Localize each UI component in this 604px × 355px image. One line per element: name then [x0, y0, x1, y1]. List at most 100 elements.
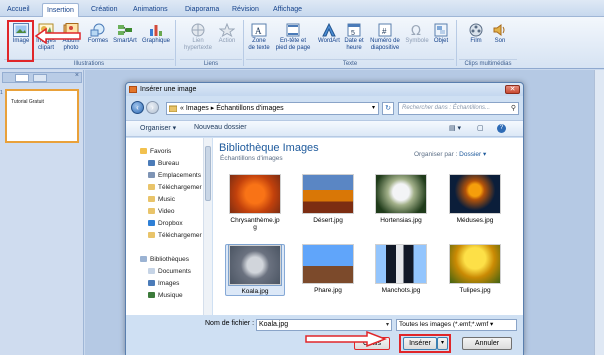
date-heure-button[interactable]: 5 Date et heure	[342, 23, 366, 52]
search-icon[interactable]: ⚲	[511, 103, 516, 114]
tab-affichage[interactable]: Affichage	[269, 3, 306, 17]
objet-button[interactable]: Objet	[430, 23, 452, 45]
search-input[interactable]: Rechercher dans : Échantillons... ⚲	[398, 102, 519, 115]
film-label: Film	[470, 38, 482, 44]
view-options-icon[interactable]: ▤ ▾	[449, 124, 461, 132]
entete-label-1: En-tête et	[279, 38, 306, 44]
nav-label: Emplacements	[158, 172, 201, 179]
new-folder-button[interactable]: Nouveau dossier	[194, 124, 247, 131]
entete-label-2: pied de page	[275, 45, 311, 51]
nav-label: Favoris	[150, 148, 172, 155]
omega-icon: Ω	[411, 24, 421, 37]
nav-telechargements-2[interactable]: Téléchargemer	[148, 230, 202, 241]
zone-texte-button[interactable]: A Zone de texte	[246, 23, 272, 52]
folder-icon	[148, 196, 155, 202]
entete-pied-button[interactable]: En-tête et pied de page	[272, 23, 314, 52]
ribbon-tab-bar: Accueil Insertion Création Animations Di…	[0, 0, 604, 17]
file-name: Koala.jpg	[241, 288, 269, 295]
symbole-button[interactable]: Ω Symbole	[404, 23, 430, 45]
highlight-image-button	[7, 20, 34, 62]
nav-label: Téléchargemer	[158, 232, 202, 239]
tab-creation[interactable]: Création	[87, 3, 121, 17]
arrange-by-dropdown[interactable]: Dossier ▾	[459, 151, 486, 158]
organize-button[interactable]: Organiser ▾	[140, 124, 176, 132]
formes-button[interactable]: Formes	[86, 23, 110, 45]
scrollbar-thumb[interactable]	[205, 146, 211, 201]
file-thumbnail[interactable]: Phare.jpg	[298, 244, 358, 294]
graphique-label: Graphique	[141, 38, 171, 44]
group-separator	[175, 20, 176, 66]
file-thumbnail-selected[interactable]: Koala.jpg	[225, 244, 285, 296]
graphique-button[interactable]: Graphique	[140, 23, 172, 45]
son-button[interactable]: Son	[489, 23, 511, 45]
nav-bibliotheques[interactable]: Bibliothèques	[140, 254, 189, 265]
speaker-icon	[493, 24, 505, 36]
lien-hypertexte-button[interactable]: Lien hypertexte	[183, 23, 213, 52]
nav-favoris[interactable]: Favoris	[140, 146, 171, 157]
nav-label: Bibliothèques	[150, 256, 190, 263]
address-row: ‹ › « Images ▸ Échantillons d'images ▾ ↻…	[126, 97, 523, 119]
tab-accueil[interactable]: Accueil	[3, 3, 34, 17]
address-bar[interactable]: « Images ▸ Échantillons d'images ▾	[166, 102, 379, 115]
group-clips-multimedias: Clips multimédias	[459, 59, 517, 68]
wordart-icon	[322, 23, 336, 37]
nav-emplacements[interactable]: Emplacements	[148, 170, 201, 181]
nav-dropbox[interactable]: Dropbox	[148, 218, 183, 229]
film-button[interactable]: Film	[465, 23, 487, 45]
cancel-button[interactable]: Annuler	[462, 337, 512, 350]
tab-slides[interactable]	[15, 74, 29, 82]
nav-label: Bureau	[158, 160, 179, 167]
date-heure-label-2: heure	[346, 45, 362, 51]
chevron-down-icon[interactable]: ▾	[372, 103, 375, 114]
help-icon[interactable]: ?	[497, 124, 506, 133]
file-thumbnail[interactable]: Tulipes.jpg	[445, 244, 505, 294]
nav-documents[interactable]: Documents	[148, 266, 191, 277]
nav-video[interactable]: Video	[148, 206, 175, 217]
numero-diapositive-button[interactable]: # Numéro de diapositive	[366, 23, 404, 52]
action-button[interactable]: Action	[214, 23, 240, 45]
slide-number: 1	[0, 90, 3, 96]
tab-diaporama[interactable]: Diaporama	[181, 3, 223, 17]
filename-value: Koala.jpg	[259, 321, 289, 328]
nav-scrollbar[interactable]	[203, 138, 212, 315]
wordart-button[interactable]: WordArt	[316, 23, 342, 45]
file-name: Désert.jpg	[313, 217, 343, 224]
nav-telechargements[interactable]: Téléchargemer	[148, 182, 202, 193]
file-thumbnail[interactable]: Hortensias.jpg	[371, 174, 431, 224]
nav-label: Musique	[158, 292, 183, 299]
vertical-scrollbar[interactable]	[594, 70, 604, 355]
objet-label: Objet	[433, 38, 449, 44]
close-button[interactable]: ✕	[505, 85, 520, 94]
action-star-icon	[219, 23, 235, 37]
nav-music[interactable]: Music	[148, 194, 175, 205]
file-thumbnail[interactable]: Manchots.jpg	[371, 244, 431, 294]
close-icon[interactable]: ×	[75, 72, 79, 79]
slide-thumbnail[interactable]: Tutorial Gratuit	[5, 89, 79, 143]
document-icon	[148, 268, 155, 274]
file-type-dropdown[interactable]: Toutes les images (*.emf;*.wmf ▾	[396, 319, 517, 331]
back-arrow-icon[interactable]: ‹	[131, 101, 144, 114]
nav-musique[interactable]: Musique	[148, 290, 183, 301]
preview-pane-icon[interactable]: ▢	[477, 124, 484, 132]
son-label: Son	[494, 38, 506, 44]
tab-revision[interactable]: Révision	[228, 3, 263, 17]
tab-animations[interactable]: Animations	[129, 3, 172, 17]
chevron-down-icon[interactable]: ▾	[386, 320, 389, 330]
object-icon	[434, 23, 448, 37]
images-clipart-label-2: clipart	[37, 45, 54, 51]
nav-bureau[interactable]: Bureau	[148, 158, 179, 169]
filename-input[interactable]: Koala.jpg ▾	[256, 319, 392, 331]
refresh-icon[interactable]: ↻	[382, 102, 394, 115]
file-thumbnail[interactable]: Désert.jpg	[298, 174, 358, 224]
nav-images[interactable]: Images	[148, 278, 179, 289]
formes-label: Formes	[87, 38, 109, 44]
file-thumbnail[interactable]: Chrysanthème.jp g	[225, 174, 285, 231]
forward-arrow-icon[interactable]: ›	[146, 101, 159, 114]
thumb-hortensias	[375, 174, 427, 214]
insert-button[interactable]: Insérer	[403, 337, 437, 350]
tab-insertion[interactable]: Insertion	[42, 3, 79, 17]
tab-outline[interactable]	[33, 74, 47, 82]
insert-dropdown-arrow[interactable]: ▾	[437, 337, 448, 350]
smartart-button[interactable]: SmartArt	[111, 23, 139, 45]
file-thumbnail[interactable]: Méduses.jpg	[445, 174, 505, 224]
